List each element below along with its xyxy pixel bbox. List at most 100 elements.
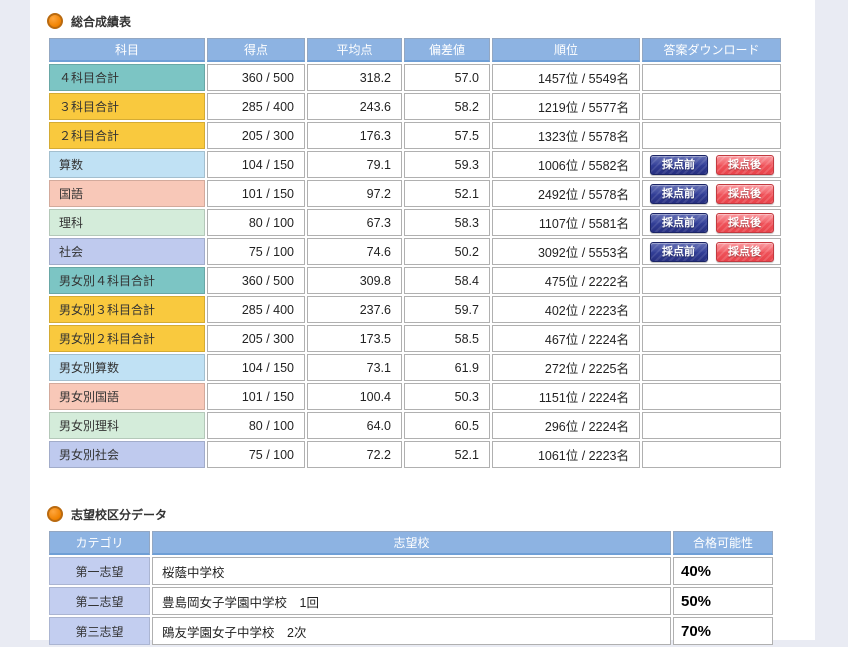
post-scoring-button[interactable]: 採点後 <box>716 184 774 204</box>
subject-label: 男女別国語 <box>49 383 205 410</box>
pre-scoring-button[interactable]: 採点前 <box>650 184 708 204</box>
average-cell: 64.0 <box>307 412 402 439</box>
deviation-cell: 57.0 <box>404 64 490 91</box>
school-cell: 鴎友学園女子中学校 2次 <box>152 617 671 645</box>
category-cell: 第二志望 <box>49 587 150 615</box>
subject-label: 理科 <box>49 209 205 236</box>
preference-row: 第一志望桜蔭中学校40% <box>49 557 773 585</box>
subject-label: 男女別算数 <box>49 354 205 381</box>
score-cell: 104 / 150 <box>207 151 305 178</box>
content-panel: 総合成績表 科目得点平均点偏差値順位答案ダウンロード ４科目合計360 / 50… <box>30 0 815 640</box>
col-header-possibility: 合格可能性 <box>673 531 773 555</box>
score-cell: 75 / 100 <box>207 441 305 468</box>
possibility-cell: 70% <box>673 617 773 645</box>
subject-label: 国語 <box>49 180 205 207</box>
average-cell: 237.6 <box>307 296 402 323</box>
answer-download-cell <box>642 412 781 439</box>
average-cell: 173.5 <box>307 325 402 352</box>
subject-label: 算数 <box>49 151 205 178</box>
section-bullet-icon <box>47 506 63 522</box>
preference-header-row: カテゴリ志望校合格可能性 <box>49 531 773 555</box>
score-cell: 104 / 150 <box>207 354 305 381</box>
deviation-cell: 50.3 <box>404 383 490 410</box>
score-cell: 360 / 500 <box>207 64 305 91</box>
score-cell: 80 / 100 <box>207 412 305 439</box>
average-cell: 97.2 <box>307 180 402 207</box>
answer-download-cell <box>642 296 781 323</box>
result-row: 男女別４科目合計360 / 500309.858.4475位 / 2222名 <box>49 267 781 294</box>
rank-cell: 1323位 / 5578名 <box>492 122 640 149</box>
deviation-cell: 61.9 <box>404 354 490 381</box>
deviation-cell: 57.5 <box>404 122 490 149</box>
results-header-row: 科目得点平均点偏差値順位答案ダウンロード <box>49 38 781 62</box>
subject-label: 男女別４科目合計 <box>49 267 205 294</box>
rank-cell: 1151位 / 2224名 <box>492 383 640 410</box>
average-cell: 72.2 <box>307 441 402 468</box>
average-cell: 243.6 <box>307 93 402 120</box>
answer-download-cell <box>642 267 781 294</box>
average-cell: 176.3 <box>307 122 402 149</box>
subject-label: 男女別２科目合計 <box>49 325 205 352</box>
section2-header: 志望校区分データ <box>47 506 815 522</box>
deviation-cell: 52.1 <box>404 180 490 207</box>
col-header-download: 答案ダウンロード <box>642 38 781 62</box>
answer-download-cell: 採点前採点後 <box>642 238 781 265</box>
score-cell: 80 / 100 <box>207 209 305 236</box>
result-row: 男女別３科目合計285 / 400237.659.7402位 / 2223名 <box>49 296 781 323</box>
answer-download-cell <box>642 64 781 91</box>
col-header-deviation: 偏差値 <box>404 38 490 62</box>
rank-cell: 2492位 / 5578名 <box>492 180 640 207</box>
average-cell: 74.6 <box>307 238 402 265</box>
result-row: 理科80 / 10067.358.31107位 / 5581名採点前採点後 <box>49 209 781 236</box>
average-cell: 67.3 <box>307 209 402 236</box>
preference-row: 第三志望鴎友学園女子中学校 2次70% <box>49 617 773 645</box>
score-cell: 101 / 150 <box>207 383 305 410</box>
pre-scoring-button[interactable]: 採点前 <box>650 242 708 262</box>
col-header-score: 得点 <box>207 38 305 62</box>
subject-label: 男女別理科 <box>49 412 205 439</box>
score-cell: 75 / 100 <box>207 238 305 265</box>
result-row: 男女別２科目合計205 / 300173.558.5467位 / 2224名 <box>49 325 781 352</box>
subject-label: 男女別３科目合計 <box>49 296 205 323</box>
post-scoring-button[interactable]: 採点後 <box>716 155 774 175</box>
score-cell: 205 / 300 <box>207 325 305 352</box>
answer-download-cell <box>642 122 781 149</box>
section-bullet-icon <box>47 13 63 29</box>
pre-scoring-button[interactable]: 採点前 <box>650 213 708 233</box>
result-row: 男女別国語101 / 150100.450.31151位 / 2224名 <box>49 383 781 410</box>
deviation-cell: 59.3 <box>404 151 490 178</box>
average-cell: 309.8 <box>307 267 402 294</box>
col-header-subject: 科目 <box>49 38 205 62</box>
section2-title: 志望校区分データ <box>71 506 167 523</box>
pre-scoring-button[interactable]: 採点前 <box>650 155 708 175</box>
result-row: 男女別社会75 / 10072.252.11061位 / 2223名 <box>49 441 781 468</box>
answer-download-cell: 採点前採点後 <box>642 209 781 236</box>
rank-cell: 1219位 / 5577名 <box>492 93 640 120</box>
post-scoring-button[interactable]: 採点後 <box>716 242 774 262</box>
col-header-category: カテゴリ <box>49 531 150 555</box>
result-row: 社会75 / 10074.650.23092位 / 5553名採点前採点後 <box>49 238 781 265</box>
average-cell: 79.1 <box>307 151 402 178</box>
school-preference-table: カテゴリ志望校合格可能性 第一志望桜蔭中学校40%第二志望豊島岡女子学園中学校 … <box>47 529 775 647</box>
overall-results-table: 科目得点平均点偏差値順位答案ダウンロード ４科目合計360 / 500318.2… <box>47 36 783 470</box>
section1-title: 総合成績表 <box>71 13 131 30</box>
deviation-cell: 60.5 <box>404 412 490 439</box>
col-header-school: 志望校 <box>152 531 671 555</box>
rank-cell: 296位 / 2224名 <box>492 412 640 439</box>
rank-cell: 475位 / 2222名 <box>492 267 640 294</box>
answer-download-cell <box>642 441 781 468</box>
subject-label: ２科目合計 <box>49 122 205 149</box>
rank-cell: 3092位 / 5553名 <box>492 238 640 265</box>
post-scoring-button[interactable]: 採点後 <box>716 213 774 233</box>
preference-row: 第二志望豊島岡女子学園中学校 1回50% <box>49 587 773 615</box>
result-row: 算数104 / 15079.159.31006位 / 5582名採点前採点後 <box>49 151 781 178</box>
possibility-cell: 40% <box>673 557 773 585</box>
rank-cell: 272位 / 2225名 <box>492 354 640 381</box>
col-header-rank: 順位 <box>492 38 640 62</box>
category-cell: 第三志望 <box>49 617 150 645</box>
result-row: ３科目合計285 / 400243.658.21219位 / 5577名 <box>49 93 781 120</box>
score-cell: 285 / 400 <box>207 93 305 120</box>
rank-cell: 467位 / 2224名 <box>492 325 640 352</box>
school-cell: 桜蔭中学校 <box>152 557 671 585</box>
subject-label: ３科目合計 <box>49 93 205 120</box>
